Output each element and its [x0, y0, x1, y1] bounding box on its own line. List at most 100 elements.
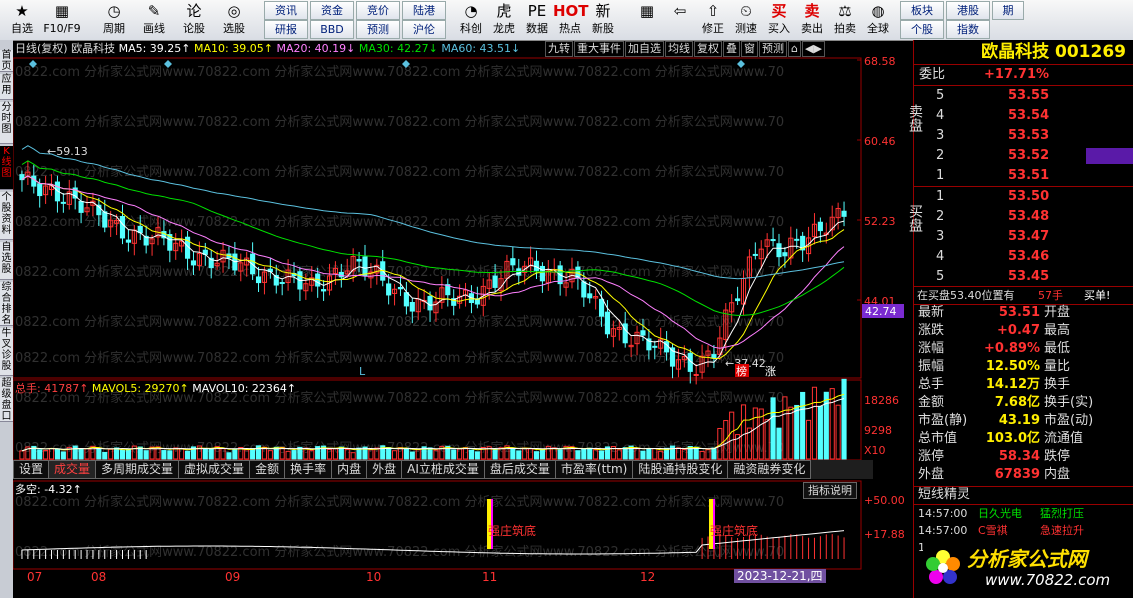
chart-button-4[interactable]: 复权	[694, 41, 722, 57]
volume-bar-25	[167, 450, 173, 460]
candle-body-7	[60, 201, 66, 204]
candle-body-14	[102, 211, 108, 228]
candle-body-10	[78, 200, 84, 213]
toolbar-button-1[interactable]: ▦ F10/F9	[42, 0, 82, 40]
toolbar-tile-2-1[interactable]: 预测	[356, 20, 400, 39]
chart-button-6[interactable]: 窗	[741, 41, 758, 57]
sub-tab-2[interactable]: 多周期成交量	[95, 460, 180, 479]
quote-label-0: 最新	[918, 305, 945, 320]
sell-level-3[interactable]: 3 53.53	[914, 126, 1133, 146]
chart-button-8[interactable]: ⌂	[788, 41, 801, 57]
sub-tab-3[interactable]: 虚拟成交量	[178, 460, 251, 479]
toolbar2-tile-1-0[interactable]: 港股	[946, 1, 990, 20]
left-tab-4[interactable]: 个股资料	[0, 192, 13, 240]
toolbar2-button-3[interactable]: HOT 热点	[553, 0, 589, 40]
candle-body-127	[770, 239, 776, 242]
toolbar-tile-2-0[interactable]: 竞价	[356, 1, 400, 20]
quote-label2-6: 市盈(动)	[1044, 413, 1094, 428]
toolbar2-button-6[interactable]: ⇦	[663, 0, 697, 40]
left-tab-5[interactable]: 自选股	[0, 242, 13, 280]
sell-level-2[interactable]: 2 53.52	[914, 146, 1133, 166]
volume-bar-66	[409, 451, 415, 460]
chart-button-0[interactable]: 九转	[545, 41, 573, 57]
buy-level-1[interactable]: 1 53.50	[914, 187, 1133, 207]
toolbar2-tile-0-0[interactable]: 板块	[900, 1, 944, 20]
short-time: 14:57:00	[918, 524, 968, 537]
toolbar2-tile-2-0[interactable]: 期	[992, 1, 1024, 20]
toolbar2-button-2[interactable]: PE 数据	[520, 0, 554, 40]
sub-tab-10[interactable]: 市盈率(ttm)	[554, 460, 634, 479]
toolbar-tile-1-0[interactable]: 资金	[310, 1, 354, 20]
chart-button-3[interactable]: 均线	[665, 41, 693, 57]
chart-button-7[interactable]: 预测	[759, 41, 787, 57]
left-tab-0[interactable]: 首页	[0, 50, 13, 72]
toolbar2-button-11[interactable]: ⚖ 拍卖	[828, 0, 862, 40]
quote-label2-7: 流通值	[1044, 431, 1084, 446]
sell-price: 53.53	[1008, 128, 1050, 143]
chart-button-9[interactable]: ◀▶	[801, 41, 825, 57]
indicator-help-button[interactable]: 指标说明	[803, 482, 857, 499]
toolbar-tile-3-1[interactable]: 沪伦	[402, 20, 446, 39]
chart-button-2[interactable]: 加自选	[625, 41, 664, 57]
buy-level-5[interactable]: 5 53.45	[914, 267, 1133, 287]
left-tab-8[interactable]: 超级盘口	[0, 378, 13, 422]
quote-label-6: 市盈(静)	[918, 413, 968, 428]
toolbar-label-5: 选股	[223, 22, 245, 35]
watermark-9: 0822.com 分析家公式网www.70822.com 分析家公式网www.7…	[15, 494, 784, 510]
sub-tab-1[interactable]: 成交量	[48, 460, 97, 479]
toolbar2-button-8[interactable]: ⏲ 测速	[729, 0, 763, 40]
sub-tab-6[interactable]: 内盘	[331, 460, 368, 479]
sub-tab-9[interactable]: 盘后成交量	[483, 460, 556, 479]
toolbar2-button-9[interactable]: 买买入	[762, 0, 796, 40]
buy-level-3[interactable]: 3 53.47	[914, 227, 1133, 247]
toolbar2-button-7[interactable]: ⇧ 修正	[696, 0, 730, 40]
toolbar-tile-1-1[interactable]: BBD	[310, 20, 354, 39]
quote-value-6: 43.19	[998, 413, 1040, 428]
sell-level-1[interactable]: 1 53.51	[914, 166, 1133, 186]
left-tab-1[interactable]: 应用	[0, 74, 13, 100]
chart-button-5[interactable]: 叠	[723, 41, 740, 57]
sub-tab-8[interactable]: AI立桩成交量	[401, 460, 485, 479]
short-item-0[interactable]: 14:57:00 日久光电 猛烈打压	[914, 505, 1133, 522]
toolbar2-tile-0-1[interactable]: 个股	[900, 20, 944, 39]
toolbar-tile-0-0[interactable]: 资讯	[264, 1, 308, 20]
chart-canvas[interactable]: 0822.com 分析家公式网www.70822.com 分析家公式网www.7…	[13, 40, 913, 598]
sub-tab-5[interactable]: 换手率	[284, 460, 333, 479]
toolbar2-button-4[interactable]: 新新股	[586, 0, 620, 40]
sub-tab-11[interactable]: 陆股通持股变化	[632, 460, 729, 479]
volume-bar-98	[598, 450, 605, 460]
volume-bar-131	[794, 404, 800, 460]
left-tab-3[interactable]: K线图	[0, 146, 13, 190]
toolbar-button-0[interactable]: ★ 自选	[2, 0, 42, 40]
kline-chart[interactable]: 0822.com 分析家公式网www.70822.com 分析家公式网www.7…	[13, 40, 913, 598]
toolbar-tile-3-0[interactable]: 陆港	[402, 1, 446, 20]
left-tab-2[interactable]: 分时图	[0, 102, 13, 144]
sub-tab-4[interactable]: 金额	[249, 460, 286, 479]
buy-level-num: 4	[936, 249, 945, 264]
candle-body-98	[598, 298, 605, 317]
toolbar2-button-12[interactable]: ◍ 全球	[861, 0, 895, 40]
left-tab-7[interactable]: 牛叉诊股	[0, 328, 13, 376]
buy-level-2[interactable]: 2 53.48	[914, 207, 1133, 227]
sell-level-4[interactable]: 4 53.54	[914, 106, 1133, 126]
sub-tab-12[interactable]: 融资融券变化	[727, 460, 812, 479]
short-spirit-header[interactable]: 短线精灵	[914, 486, 1133, 504]
toolbar-button-3[interactable]: ✎ 画线	[134, 0, 174, 40]
toolbar-button-5[interactable]: ◎ 选股	[214, 0, 254, 40]
toolbar-tile-0-1[interactable]: 研报	[264, 20, 308, 39]
toolbar2-tile-1-1[interactable]: 指数	[946, 20, 990, 39]
short-item-1[interactable]: 14:57:00 C雪祺 急速拉升	[914, 522, 1133, 539]
sub-tab-0[interactable]: 设置	[13, 460, 50, 479]
toolbar-button-4[interactable]: 论论股	[174, 0, 214, 40]
toolbar2-button-1[interactable]: 虎龙虎	[487, 0, 521, 40]
left-tab-6[interactable]: 综合排名	[0, 282, 13, 326]
toolbar2-button-5[interactable]: ▦	[630, 0, 664, 40]
quote-label2-3: 量比	[1044, 359, 1071, 374]
buy-level-4[interactable]: 4 53.46	[914, 247, 1133, 267]
chart-button-1[interactable]: 重大事件	[574, 41, 624, 57]
sub-tab-7[interactable]: 外盘	[366, 460, 403, 479]
sell-level-5[interactable]: 5 53.55	[914, 86, 1133, 106]
toolbar2-button-10[interactable]: 卖卖出	[795, 0, 829, 40]
toolbar-button-2[interactable]: ◷ 周期	[94, 0, 134, 40]
toolbar2-button-0[interactable]: ◔ 科创	[454, 0, 488, 40]
